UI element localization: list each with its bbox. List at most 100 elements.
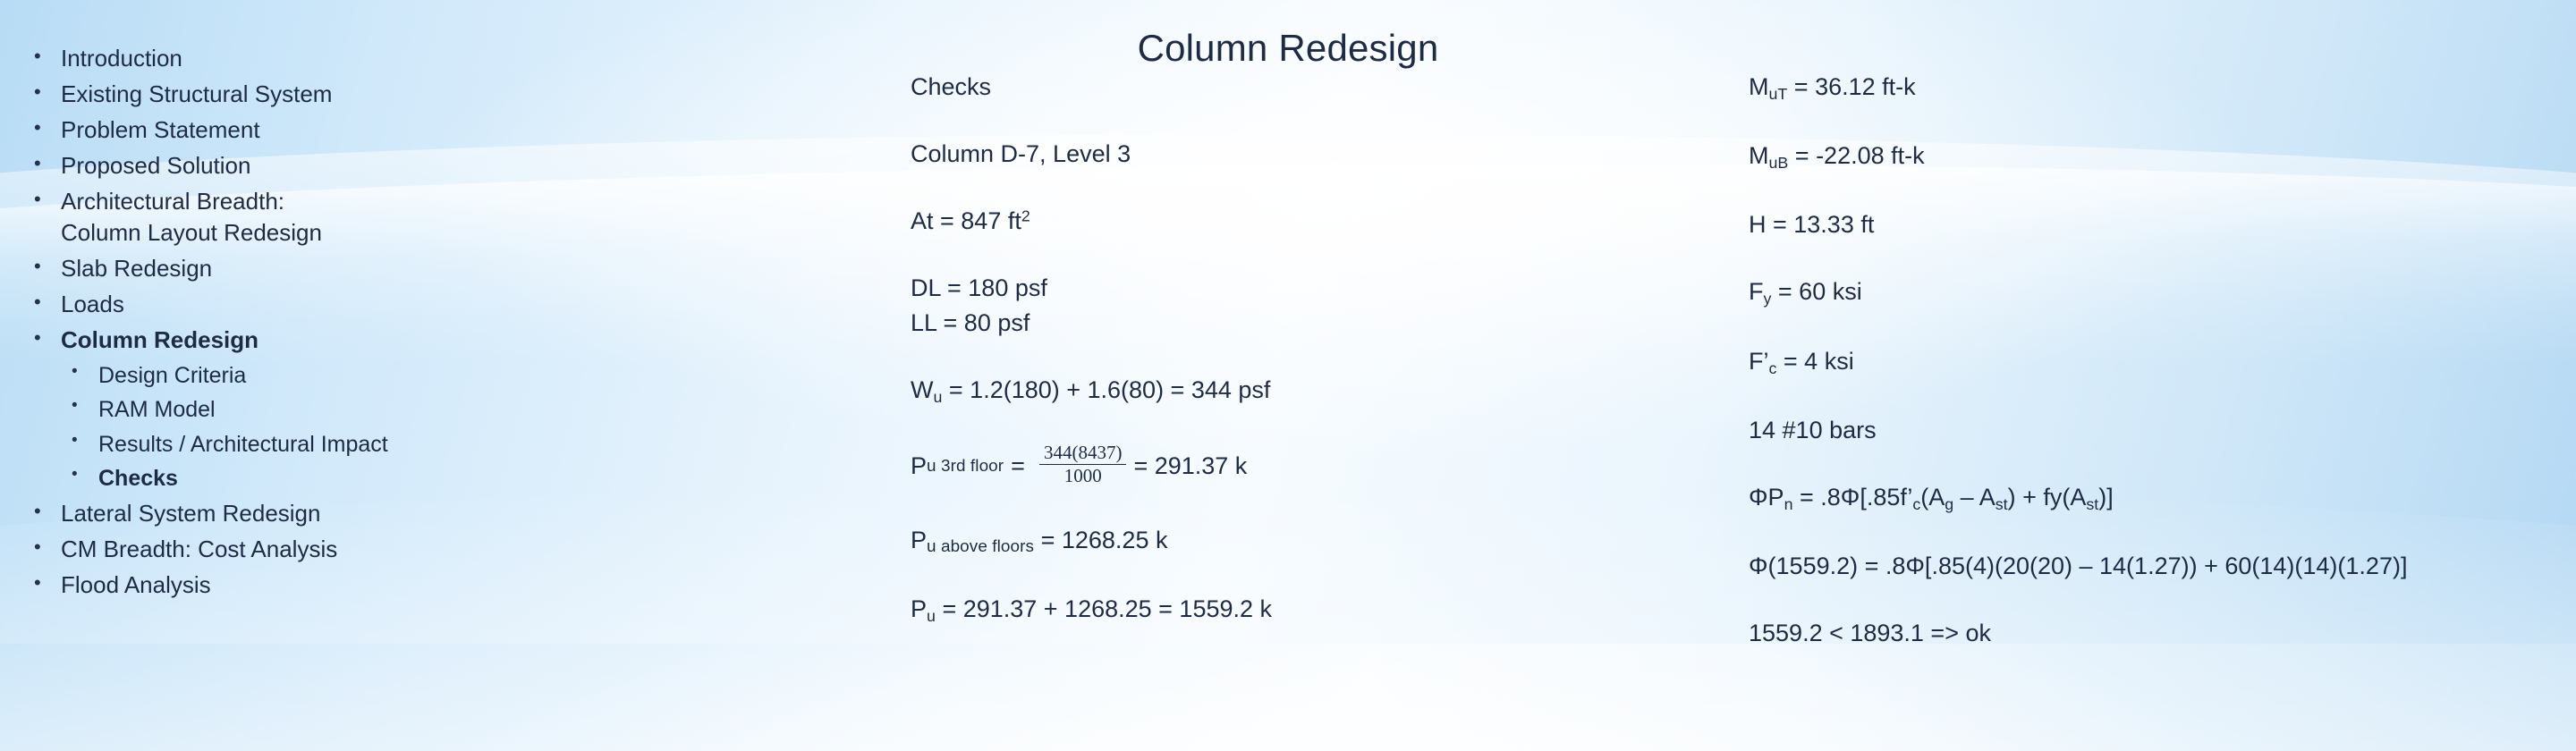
moment-bottom-subscript: uB (1768, 154, 1789, 173)
bullet-icon: • (34, 80, 41, 103)
yield-strength-value: = 60 ksi (1771, 278, 1862, 306)
bullet-icon: • (72, 430, 78, 450)
outline-item-3[interactable]: • Proposed Solution (34, 150, 535, 182)
moment-bottom: MuB = -22.08 ft-k (1749, 140, 2554, 173)
capacity-equation-part-3: c (1912, 494, 1921, 513)
outline-item-7[interactable]: • Loads (34, 289, 535, 321)
capacity-substitution-block: Φ(1559.2) = .8Φ[.85(4)(20(20) – 14(1.27)… (1749, 551, 2554, 582)
capacity-substitution: Φ(1559.2) = .8Φ[.85(4)(20(20) – 14(1.27)… (1749, 552, 2408, 579)
outline-item-14[interactable]: • CM Breadth: Cost Analysis (34, 534, 535, 566)
capacity-equation-part-10: )] (2098, 483, 2114, 511)
outline-item-label: Existing Structural System (61, 80, 333, 107)
outline-item-4[interactable]: • Architectural Breadth: (34, 186, 535, 218)
concrete-strength: F’c = 4 ksi (1749, 346, 2554, 379)
bullet-icon: • (72, 361, 78, 381)
outline-item-label: Lateral System Redesign (61, 499, 321, 527)
factored-load-subscript: u (933, 388, 943, 407)
loads-block: DL = 180 psf LL = 80 psf (911, 273, 1680, 339)
factored-load-symbol: W (911, 376, 934, 404)
column-height: H = 13.33 ft (1749, 211, 1875, 239)
concrete-strength-block: F’c = 4 ksi (1749, 346, 2554, 379)
pu-total-equation: Pu = 291.37 + 1268.25 = 1559.2 k (911, 594, 1680, 627)
bullet-icon: • (34, 151, 41, 174)
factored-load-block: Wu = 1.2(180) + 1.6(80) = 344 psf (911, 375, 1680, 408)
outline-item-8[interactable]: • Column Redesign (34, 325, 535, 357)
slide-canvas: Column Redesign • Introduction • Existing S… (0, 0, 2576, 646)
tributary-area-exponent: 2 (1021, 207, 1030, 225)
checks-heading-block: Checks (911, 72, 1680, 103)
capacity-equation-part-7: st (1995, 494, 2008, 513)
outline-item-10[interactable]: • RAM Model (34, 394, 535, 426)
pu-third-floor-symbol: P (911, 452, 928, 480)
bullet-icon: • (34, 499, 41, 522)
column-location-block: Column D-7, Level 3 (911, 139, 1680, 170)
pu-third-floor-equals: = (1011, 452, 1025, 480)
concrete-strength-symbol: F’ (1749, 347, 1769, 375)
bullet-icon: • (34, 255, 41, 278)
outline-item-label: Problem Statement (61, 115, 260, 143)
tributary-area-label: At = 847 ft (911, 207, 1021, 235)
moment-top-subscript: uT (1768, 84, 1788, 103)
bullet-icon: • (34, 570, 41, 594)
outline-item-0[interactable]: • Introduction (34, 43, 535, 75)
moment-top-block: MuT = 36.12 ft-k (1749, 72, 2554, 105)
yield-strength-block: Fy = 60 ksi (1749, 276, 2554, 309)
capacity-equation-block: ΦPn = .8Φ[.85f’c(Ag – Ast) + fy(Ast)] (1749, 482, 2554, 515)
outline-item-label: Slab Redesign (61, 255, 213, 283)
outline-item-6[interactable]: • Slab Redesign (34, 253, 535, 285)
outline-item-label: Introduction (61, 45, 182, 72)
outline-item-13[interactable]: • Lateral System Redesign (34, 498, 535, 530)
outline-item-11[interactable]: • Results / Architectural Impact (34, 429, 535, 460)
outline-item-label: RAM Model (98, 397, 216, 423)
pu-above-floors-block: Pu above floors = 1268.25 k (911, 525, 1680, 559)
pu-third-floor-result: = 291.37 k (1133, 452, 1248, 480)
tributary-area: At = 847 ft2 (911, 206, 1680, 237)
moment-bottom-symbol: M (1749, 142, 1769, 170)
capacity-equation-part-2: = .8Φ[.85f’ (1792, 483, 1913, 511)
outline-item-label: Architectural Breadth: (61, 187, 285, 215)
outline-item-9[interactable]: • Design Criteria (34, 360, 535, 392)
moment-bottom-block: MuB = -22.08 ft-k (1749, 140, 2554, 173)
outline-item-label: Design Criteria (98, 362, 247, 388)
pu-third-floor-subscript: u 3rd floor (927, 456, 1004, 476)
pu-total-block: Pu = 291.37 + 1268.25 = 1559.2 k (911, 594, 1680, 627)
yield-strength-symbol: F (1749, 278, 1764, 306)
reinforcement-bars: 14 #10 bars (1749, 416, 1877, 443)
capacity-equation-part-1: n (1784, 494, 1793, 513)
capacity-equation-part-0: ΦP (1749, 483, 1784, 511)
outline-item-label: Loads (61, 291, 124, 318)
outline-item-15[interactable]: • Flood Analysis (34, 570, 535, 602)
outline-item-2[interactable]: • Problem Statement (34, 114, 535, 147)
outline-item-label: Flood Analysis (61, 570, 211, 598)
factored-load-expression: = 1.2(180) + 1.6(80) = 344 psf (942, 376, 1271, 404)
pu-above-floors-value: = 1268.25 k (1034, 526, 1168, 553)
capacity-column: MuT = 36.12 ft-k MuB = -22.08 ft-k H = 1… (1749, 72, 2554, 685)
outline-navigation: • Introduction • Existing Structural System… (34, 43, 535, 605)
pu-above-floors-symbol: P (911, 526, 928, 553)
verdict-block: 1559.2 < 1893.1 => ok (1749, 618, 2554, 649)
capacity-equation-part-9: st (2086, 494, 2099, 513)
outline-item-12[interactable]: • Checks (34, 463, 535, 494)
capacity-equation-part-6: – A (1953, 483, 1996, 511)
factored-load-equation: Wu = 1.2(180) + 1.6(80) = 344 psf (911, 375, 1680, 408)
capacity-verdict: 1559.2 < 1893.1 => ok (1749, 619, 1991, 646)
outline-item-5[interactable]: •Column Layout Redesign (34, 217, 535, 249)
pu-third-floor-fraction: 344(8437) 1000 (1038, 442, 1127, 487)
bullet-icon: • (34, 115, 41, 139)
pu-above-floors-subscript: u above floors (927, 536, 1035, 556)
capacity-equation-part-8: ) + fy(A (2007, 483, 2087, 511)
outline-item-1[interactable]: • Existing Structural System (34, 79, 535, 111)
reinforcement-block: 14 #10 bars (1749, 415, 2554, 446)
capacity-equation-part-4: (A (1920, 483, 1945, 511)
live-load: LL = 80 psf (911, 309, 1030, 337)
pu-total-value: = 291.37 + 1268.25 = 1559.2 k (935, 595, 1273, 623)
concrete-strength-value: = 4 ksi (1776, 347, 1854, 375)
outline-item-label: Column Redesign (61, 326, 259, 353)
bullet-icon: • (34, 45, 41, 67)
tributary-area-block: At = 847 ft2 (911, 206, 1680, 237)
bullet-icon: • (72, 396, 78, 416)
fraction-denominator: 1000 (1063, 465, 1102, 487)
capacity-equation: ΦPn = .8Φ[.85f’c(Ag – Ast) + fy(Ast)] (1749, 482, 2554, 515)
yield-strength: Fy = 60 ksi (1749, 276, 2554, 309)
outline-item-label: Proposed Solution (61, 151, 251, 179)
